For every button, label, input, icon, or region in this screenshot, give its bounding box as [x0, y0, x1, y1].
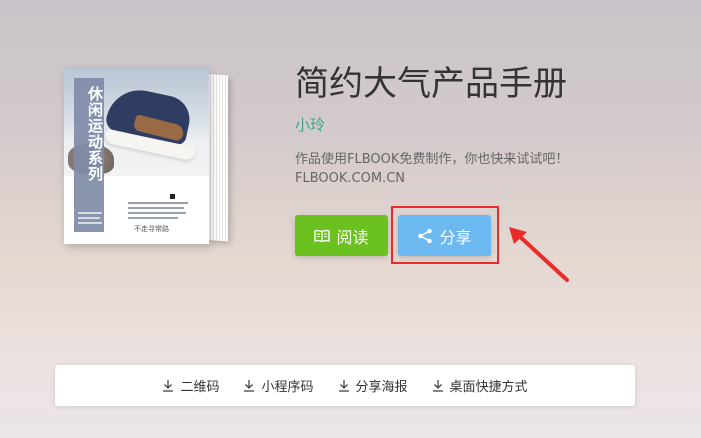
- download-icon: [243, 379, 255, 392]
- download-icon: [338, 379, 350, 392]
- share-button[interactable]: 分享: [398, 215, 491, 256]
- share-button-label: 分享: [439, 227, 472, 247]
- book-cover: 休闲运动系列 不走寻常路: [64, 68, 209, 244]
- download-icon: [432, 379, 444, 392]
- cover-square-mark: [170, 194, 175, 199]
- read-button-label: 阅读: [336, 227, 369, 247]
- bottom-item-label: 二维码: [180, 380, 220, 395]
- cover-title: 休闲运动系列: [86, 86, 104, 182]
- cover-caption: 不走寻常路: [134, 225, 169, 233]
- bottom-item-label: 分享海报: [355, 380, 408, 395]
- desktop-shortcut-download[interactable]: 桌面快捷方式: [432, 376, 528, 395]
- book-open-icon: [314, 229, 331, 243]
- book-title: 简约大气产品手册: [295, 64, 567, 104]
- book-description: 作品使用FLBOOK免费制作，你也快来试试吧！ FLBOOK.COM.CN: [295, 150, 568, 188]
- miniprogram-code-download[interactable]: 小程序码: [243, 376, 314, 395]
- download-icon: [162, 379, 174, 392]
- cover-text-block: [128, 202, 188, 222]
- cover-small-caption: [78, 212, 102, 227]
- share-poster-download[interactable]: 分享海报: [338, 376, 408, 395]
- share-icon: [417, 228, 433, 244]
- bottom-item-label: 桌面快捷方式: [449, 380, 528, 395]
- book-cover-thumbnail[interactable]: 休闲运动系列 不走寻常路: [64, 68, 234, 250]
- author-link[interactable]: 小玲: [295, 114, 325, 135]
- description-line: FLBOOK.COM.CN: [295, 171, 405, 186]
- read-button[interactable]: 阅读: [295, 215, 388, 256]
- book-page-edges: [208, 74, 228, 242]
- red-arrow-annotation: [509, 227, 569, 282]
- description-line: 作品使用FLBOOK免费制作，你也快来试试吧！: [295, 152, 569, 167]
- qrcode-download[interactable]: 二维码: [162, 376, 219, 395]
- bottom-item-label: 小程序码: [261, 380, 314, 395]
- bottom-action-bar: 二维码 小程序码 分享海报 桌面快捷方式: [55, 365, 635, 406]
